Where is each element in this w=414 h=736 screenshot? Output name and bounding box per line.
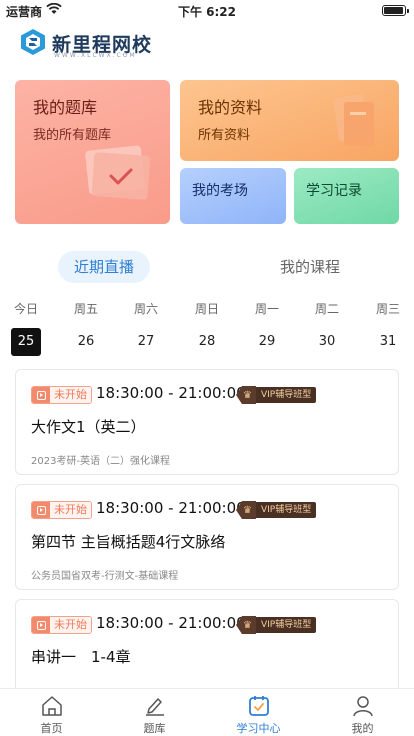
nav-label: 学习中心 [236,722,281,735]
clock: 下午 6:22 [177,5,237,19]
status-text: 未开始 [50,502,91,518]
date-number: 31 [379,334,397,349]
card-title: 我的考场 [192,183,248,199]
status-text: 未开始 [50,617,91,633]
nav-study-center[interactable]: 学习中心 [207,689,310,736]
course-time: 18:30:00 - 21:00:00 [96,499,246,517]
day-sun[interactable]: 周日 28 [191,300,223,356]
home-icon [42,696,62,716]
user-icon [353,696,373,717]
my-exam-room-card[interactable]: 我的考场 [180,168,286,224]
vip-badge: ♛ VIP辅导班型 [236,386,317,404]
course-category: 公务员国省双考-行测文-基础课程 [31,571,179,582]
date-number: 30 [318,334,336,349]
live-play-icon [32,387,50,403]
date-number: 25 [11,328,41,356]
course-title: 串讲一 1-4章 [31,648,131,666]
calendar-check-icon [249,696,269,716]
weekday-label: 周二 [314,302,339,316]
status-text: 未开始 [50,387,91,403]
nav-question-bank[interactable]: 题库 [103,689,206,736]
nav-label: 题库 [143,722,166,735]
live-play-icon [32,502,50,518]
day-sat[interactable]: 周六 27 [130,300,162,356]
course-category: 2023考研-英语（二）强化课程 [31,456,171,467]
study-center-screen: 运营商 下午 6:22 新里程网校 WWW.XLCWX.COM 我的题库 我的所… [0,0,414,736]
tab-my-courses[interactable]: 我的课程 [262,251,358,283]
card-title: 我的资料 [198,98,263,117]
day-today[interactable]: 今日 25 [10,300,42,356]
weekday-label: 周日 [194,302,219,316]
tab-recent-live[interactable]: 近期直播 [58,251,150,283]
vip-label: VIP辅导班型 [256,617,317,633]
crown-icon: ♛ [236,501,256,519]
document-decoration-icon [333,94,374,146]
weekday-label: 周六 [133,302,158,316]
date-number: 28 [198,334,216,349]
date-number: 27 [137,334,155,349]
course-title: 大作文1（英二） [31,418,146,436]
course-title: 第四节 主旨概括题4行文脉络 [31,533,226,551]
status-badge: 未开始 [31,386,92,404]
logo-subtext: WWW.XLCWX.COM [54,52,137,59]
weekday-label: 周三 [375,302,400,316]
battery-icon [382,5,409,16]
day-tue[interactable]: 周二 30 [311,300,343,356]
day-mon[interactable]: 周一 29 [251,300,283,356]
crown-icon: ♛ [236,616,256,634]
weekday-label: 今日 [13,302,38,316]
edit-icon [146,698,164,716]
course-time: 18:30:00 - 21:00:00 [96,384,246,402]
vip-badge: ♛ VIP辅导班型 [236,501,317,519]
weekday-label: 周一 [254,302,279,316]
weekday-label: 周五 [73,302,98,316]
nav-profile[interactable]: 我的 [311,689,414,736]
vip-badge: ♛ VIP辅导班型 [236,616,317,634]
crown-icon: ♛ [236,386,256,404]
day-fri[interactable]: 周五 26 [70,300,102,356]
status-bar: 运营商 下午 6:22 [0,0,414,20]
live-course-card[interactable]: 未开始 18:30:00 - 21:00:00 ♛ VIP辅导班型 大作文1（英… [15,369,399,475]
logo-mark-icon [21,29,45,55]
date-number: 29 [258,334,276,349]
status-badge: 未开始 [31,501,92,519]
bottom-nav: 首页 题库 学习中心 我的 [0,688,414,736]
my-question-bank-card[interactable]: 我的题库 我的所有题库 [15,80,170,224]
study-record-card[interactable]: 学习记录 [294,168,399,224]
live-play-icon [32,617,50,633]
nav-label: 首页 [40,722,63,735]
card-title: 我的题库 [33,98,98,117]
vip-label: VIP辅导班型 [256,387,317,403]
live-course-card[interactable]: 未开始 18:30:00 - 21:00:00 ♛ VIP辅导班型 第四节 主旨… [15,484,399,590]
nav-home[interactable]: 首页 [0,689,103,736]
vip-label: VIP辅导班型 [256,502,317,518]
nav-label: 我的 [351,722,374,735]
checkbox-decoration-icon [85,145,151,200]
status-badge: 未开始 [31,616,92,634]
date-number: 26 [77,334,95,349]
day-wed[interactable]: 周三 31 [372,300,404,356]
card-subtitle: 我的所有题库 [33,128,112,143]
card-title: 学习记录 [306,183,362,199]
my-materials-card[interactable]: 我的资料 所有资料 [180,80,399,161]
course-time: 18:30:00 - 21:00:00 [96,614,246,632]
card-subtitle: 所有资料 [198,128,251,143]
